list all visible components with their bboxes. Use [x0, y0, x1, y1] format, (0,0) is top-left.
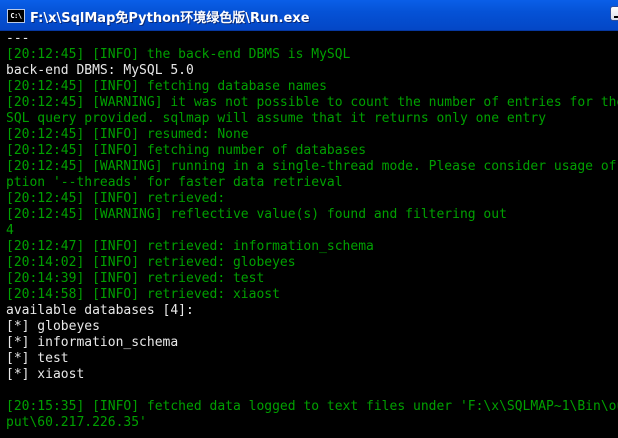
title-bar[interactable]: C:\ F:\x\SqlMap免Python环境绿色版\Run.exe	[0, 0, 618, 31]
console-line: [20:12:45] [INFO] fetching database name…	[6, 79, 327, 94]
console-line: [20:15:35] [INFO] fetched data logged to…	[6, 399, 618, 414]
minimize-icon	[614, 16, 618, 18]
console-line: [*] information_schema	[6, 335, 179, 350]
console-line: 4	[6, 223, 14, 238]
console-line: [20:14:58] [INFO] retrieved: xiaost	[6, 287, 280, 302]
minimize-button[interactable]	[610, 6, 618, 21]
console-line: [20:12:45] [INFO] the back-end DBMS is M…	[6, 47, 351, 62]
window-title: F:\x\SqlMap免Python环境绿色版\Run.exe	[30, 11, 310, 26]
console-line: ---	[6, 31, 30, 46]
console-output[interactable]: --- [20:12:45] [INFO] the back-end DBMS i…	[6, 31, 618, 438]
console-line: available databases [4]:	[6, 303, 194, 318]
console-line: [*] xiaost	[6, 367, 85, 382]
console-app-icon[interactable]: C:\	[7, 9, 25, 23]
console-line: [20:12:47] [INFO] retrieved: information…	[6, 239, 374, 254]
console-line: [20:12:45] [INFO] resumed: None	[6, 127, 249, 142]
console-line: [20:12:45] [INFO] retrieved:	[6, 191, 226, 206]
console-line: [20:12:45] [INFO] fetching number of dat…	[6, 143, 367, 158]
console-line: [*] globeyes	[6, 319, 100, 334]
console-line: put\60.217.226.35'	[6, 415, 147, 430]
console-line: [*] test	[6, 351, 69, 366]
console-line: [20:14:02] [INFO] retrieved: globeyes	[6, 255, 296, 270]
console-line: [20:12:45] [WARNING] running in a single…	[6, 159, 618, 174]
console-line: ption '--threads' for faster data retrie…	[6, 175, 343, 190]
console-line: SQL query provided. sqlmap will assume t…	[6, 111, 547, 126]
console-line: [20:12:45] [WARNING] reflective value(s)…	[6, 207, 507, 222]
console-line: [20:12:45] [WARNING] it was not possible…	[6, 95, 618, 110]
console-window: C:\ F:\x\SqlMap免Python环境绿色版\Run.exe ---[…	[0, 0, 618, 438]
console-line: back-end DBMS: MySQL 5.0	[6, 63, 194, 78]
console-line: [20:14:39] [INFO] retrieved: test	[6, 271, 265, 286]
